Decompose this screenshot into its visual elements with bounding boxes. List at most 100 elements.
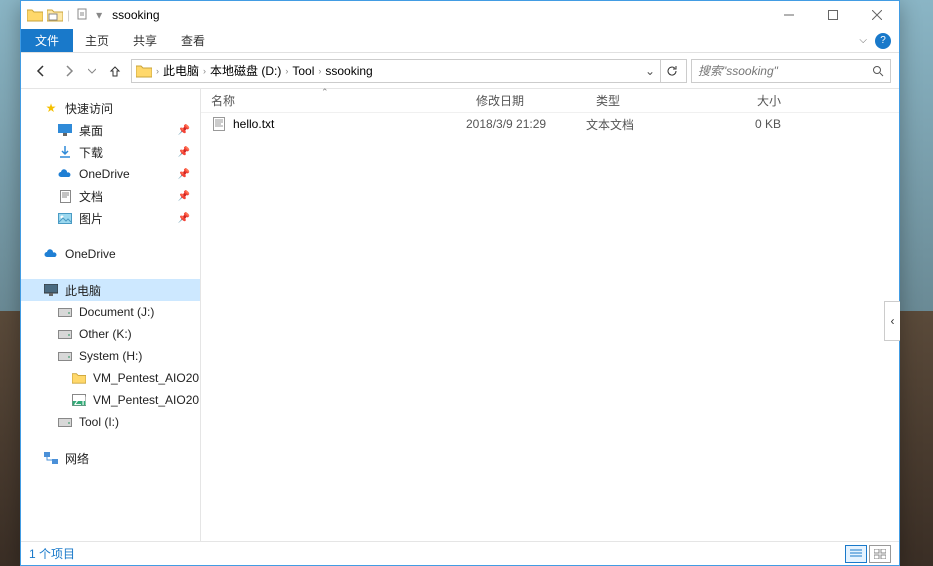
close-button[interactable] xyxy=(855,1,899,29)
back-button[interactable] xyxy=(29,59,53,83)
column-headers: ⌃ 名称 修改日期 类型 大小 xyxy=(201,89,899,113)
sidebar-item-onedrive[interactable]: OneDrive 📌 xyxy=(21,163,200,185)
star-icon: ★ xyxy=(43,100,59,116)
drive-icon xyxy=(57,414,73,430)
sidebar-label: Other (K:) xyxy=(79,327,132,341)
file-list: ⌃ 名称 修改日期 类型 大小 hello.txt 2018/3/9 21:29… xyxy=(201,89,899,541)
app-folder-icon xyxy=(25,5,45,25)
sidebar-onedrive-root[interactable]: OneDrive xyxy=(21,243,200,265)
address-dropdown-icon[interactable]: ⌄ xyxy=(642,64,658,78)
cloud-icon xyxy=(43,246,59,262)
sort-indicator-icon: ⌃ xyxy=(321,87,329,98)
qat-dropdown-icon[interactable] xyxy=(72,5,92,25)
qat-overflow-icon[interactable]: ▾ xyxy=(92,8,106,22)
qat-separator: | xyxy=(67,8,70,22)
sidebar-item-documents[interactable]: 文档 📌 xyxy=(21,185,200,207)
file-tab[interactable]: 文件 xyxy=(21,29,73,52)
breadcrumb-segment[interactable]: ssooking xyxy=(325,64,372,78)
title-bar: | ▾ ssooking xyxy=(21,1,899,29)
refresh-button[interactable] xyxy=(660,60,682,82)
sidebar-drive[interactable]: Other (K:) xyxy=(21,323,200,345)
breadcrumb-sep-icon[interactable]: › xyxy=(154,66,161,76)
breadcrumb-segment[interactable]: 本地磁盘 (D:) xyxy=(210,62,281,79)
sidebar-quick-access[interactable]: ★ 快速访问 xyxy=(21,97,200,119)
details-view-button[interactable] xyxy=(845,545,867,563)
recent-locations-button[interactable] xyxy=(85,59,99,83)
pin-icon: 📌 xyxy=(178,125,190,136)
sidebar-label: System (H:) xyxy=(79,349,142,363)
ribbon-tabs: 文件 主页 共享 查看 ⌵ ? xyxy=(21,29,899,53)
breadcrumb-sep-icon[interactable]: › xyxy=(316,66,323,76)
home-tab[interactable]: 主页 xyxy=(73,29,121,52)
cloud-icon xyxy=(57,166,73,182)
navigation-bar: › 此电脑 › 本地磁盘 (D:) › Tool › ssooking ⌄ xyxy=(21,53,899,89)
pin-icon: 📌 xyxy=(178,191,190,202)
sidebar-label: 文档 xyxy=(79,188,103,205)
sidebar-label: OneDrive xyxy=(65,247,116,261)
sidebar-label: 桌面 xyxy=(79,122,103,139)
window-title: ssooking xyxy=(112,8,159,22)
sidebar-item-pictures[interactable]: 图片 📌 xyxy=(21,207,200,229)
sidebar-label: OneDrive xyxy=(79,167,130,181)
search-input[interactable] xyxy=(698,64,872,78)
maximize-button[interactable] xyxy=(811,1,855,29)
sidebar-label: 下载 xyxy=(79,144,103,161)
pictures-icon xyxy=(57,210,73,226)
explorer-body: ★ 快速访问 桌面 📌 下载 📌 OneDrive 📌 xyxy=(21,89,899,541)
sidebar-label: Tool (I:) xyxy=(79,415,119,429)
search-icon[interactable] xyxy=(872,65,884,77)
text-file-icon xyxy=(211,116,227,132)
sidebar-drive[interactable]: Tool (I:) xyxy=(21,411,200,433)
sidebar-label: 网络 xyxy=(65,450,89,467)
network-icon xyxy=(43,450,59,466)
sidebar-folder[interactable]: VM_Pentest_AIO20 xyxy=(21,367,200,389)
drive-icon xyxy=(57,304,73,320)
minimize-button[interactable] xyxy=(767,1,811,29)
quick-access-toolbar: | ▾ xyxy=(21,5,106,25)
icons-view-button[interactable] xyxy=(869,545,891,563)
sidebar-item-desktop[interactable]: 桌面 📌 xyxy=(21,119,200,141)
navigation-pane: ★ 快速访问 桌面 📌 下载 📌 OneDrive 📌 xyxy=(21,89,201,541)
breadcrumb-segment[interactable]: Tool xyxy=(292,64,314,78)
status-item-count: 1 个项目 xyxy=(29,545,75,562)
zip-icon: ZIP xyxy=(71,392,87,408)
download-icon xyxy=(57,144,73,160)
sidebar-label: 快速访问 xyxy=(65,100,113,117)
search-box[interactable] xyxy=(691,59,891,83)
sidebar-drive[interactable]: System (H:) xyxy=(21,345,200,367)
sidebar-label: VM_Pentest_AIO20 xyxy=(93,393,199,407)
sidebar-this-pc[interactable]: 此电脑 xyxy=(21,279,200,301)
drive-icon xyxy=(57,348,73,364)
column-date[interactable]: 修改日期 xyxy=(466,92,586,109)
pin-icon: 📌 xyxy=(178,147,190,158)
monitor-icon xyxy=(43,282,59,298)
sidebar-zip[interactable]: ZIP VM_Pentest_AIO20 xyxy=(21,389,200,411)
up-button[interactable] xyxy=(103,59,127,83)
sidebar-label: 图片 xyxy=(79,210,103,227)
preview-pane-toggle[interactable]: ‹ xyxy=(884,301,900,341)
share-tab[interactable]: 共享 xyxy=(121,29,169,52)
file-row[interactable]: hello.txt 2018/3/9 21:29 文本文档 0 KB xyxy=(201,113,899,135)
breadcrumb-sep-icon[interactable]: › xyxy=(201,66,208,76)
file-name: hello.txt xyxy=(233,117,274,131)
forward-button[interactable] xyxy=(57,59,81,83)
breadcrumb-segment[interactable]: 此电脑 xyxy=(163,62,199,79)
help-icon[interactable]: ? xyxy=(875,33,891,49)
sidebar-network[interactable]: 网络 xyxy=(21,447,200,469)
column-size[interactable]: 大小 xyxy=(701,92,791,109)
pin-icon: 📌 xyxy=(178,213,190,224)
address-folder-icon xyxy=(136,63,152,79)
qat-properties-icon[interactable] xyxy=(45,5,65,25)
desktop-icon xyxy=(57,122,73,138)
address-bar[interactable]: › 此电脑 › 本地磁盘 (D:) › Tool › ssooking ⌄ xyxy=(131,59,687,83)
view-tab[interactable]: 查看 xyxy=(169,29,217,52)
sidebar-drive[interactable]: Document (J:) xyxy=(21,301,200,323)
sidebar-item-downloads[interactable]: 下载 📌 xyxy=(21,141,200,163)
column-type[interactable]: 类型 xyxy=(586,92,701,109)
window-controls xyxy=(767,1,899,29)
ribbon-expand-icon[interactable]: ⌵ xyxy=(859,35,867,46)
breadcrumb-sep-icon[interactable]: › xyxy=(283,66,290,76)
svg-text:ZIP: ZIP xyxy=(74,394,86,406)
column-name[interactable]: 名称 xyxy=(201,92,466,109)
file-size: 0 KB xyxy=(701,117,791,131)
